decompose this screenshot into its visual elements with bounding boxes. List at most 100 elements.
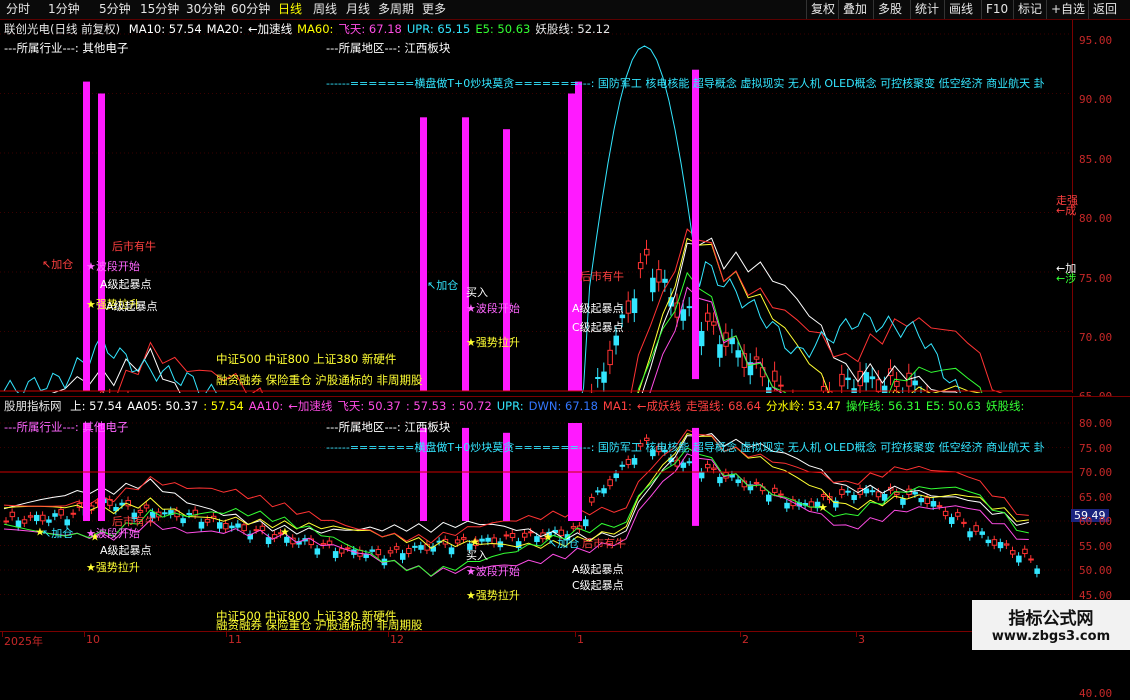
candle-body bbox=[772, 487, 778, 493]
mark-button[interactable]: 标记 bbox=[1013, 0, 1046, 19]
period-tab-monthly[interactable]: 月线 bbox=[346, 2, 370, 17]
sub-legend-item: MA1: bbox=[602, 399, 632, 413]
candle-body bbox=[393, 546, 400, 550]
candle-body bbox=[869, 376, 876, 380]
f10-button[interactable]: F10 bbox=[981, 0, 1012, 19]
candle-body bbox=[204, 518, 211, 523]
axis-tick: 95.00 bbox=[1079, 34, 1113, 47]
date-label: 11 bbox=[228, 633, 242, 646]
axis-tick: 85.00 bbox=[1079, 152, 1113, 166]
candle-body bbox=[229, 525, 235, 529]
sub-legend-item: 操作线: 56.31 bbox=[845, 399, 921, 413]
axis-tick: 55.00 bbox=[1079, 539, 1113, 553]
axis-tick: 70.00 bbox=[1079, 466, 1113, 479]
candle-body bbox=[345, 547, 351, 550]
candle-body bbox=[930, 501, 937, 507]
candle-body bbox=[534, 536, 540, 542]
candle-body bbox=[784, 502, 790, 509]
stock-title[interactable]: 联创光电(日线 前复权) bbox=[4, 22, 120, 36]
period-tab-weekly[interactable]: 周线 bbox=[313, 2, 337, 17]
period-tab-60min[interactable]: 60分钟 bbox=[231, 2, 270, 17]
candle-body bbox=[412, 545, 418, 548]
indicator-title[interactable]: 股朋指标网 bbox=[4, 399, 62, 413]
sub-legend-item: ←加速线 bbox=[288, 399, 333, 413]
candle-body bbox=[448, 547, 455, 555]
sub-annotation-bull: 后市有牛 bbox=[112, 515, 156, 528]
add-watchlist-button[interactable]: +自选 bbox=[1046, 0, 1089, 19]
candle-body bbox=[753, 481, 760, 484]
date-tick bbox=[388, 632, 389, 637]
period-tab-5min[interactable]: 5分钟 bbox=[99, 2, 131, 17]
fuquan-button[interactable]: 复权 bbox=[806, 0, 839, 19]
indicator-canvas[interactable]: ★ ★ ★★ ★★ bbox=[0, 397, 1072, 632]
period-tab-1min[interactable]: 1分钟 bbox=[48, 2, 80, 17]
period-tab-multi[interactable]: 多周期 bbox=[378, 2, 414, 17]
annotation-a-point-2: A级起暴点 bbox=[106, 300, 158, 313]
overlay-button[interactable]: 叠加 bbox=[838, 0, 871, 19]
signal-bar bbox=[98, 93, 105, 391]
candle-body bbox=[918, 497, 924, 503]
back-button[interactable]: 返回 bbox=[1088, 0, 1121, 19]
sub-legend-item: 分水岭: 53.47 bbox=[766, 399, 841, 413]
date-tick bbox=[575, 632, 576, 637]
sub-legend: 股朋指标网 上: 57.54 AA05: 50.37: 57.54 AA10: ←加速… bbox=[4, 399, 1034, 413]
sub-legend-item: UPR: bbox=[496, 399, 524, 413]
sub-annotation-add: ↖加仓 bbox=[42, 527, 74, 540]
multi-stock-button[interactable]: 多股 bbox=[873, 0, 906, 19]
candle-body bbox=[644, 248, 650, 256]
candle-body bbox=[662, 278, 668, 283]
main-chart-panel[interactable]: ★★★★★★★★★★ 联创光电(日线 前复权) MA10: 57.54MA20:… bbox=[0, 20, 1072, 393]
sub-annotation-bull-2: 后市有牛 bbox=[582, 537, 626, 550]
candle-body bbox=[601, 488, 607, 494]
stats-button[interactable]: 统计 bbox=[910, 0, 943, 19]
candle-body bbox=[705, 312, 711, 322]
axis-tick: 80.00 bbox=[1079, 212, 1113, 226]
candle-body bbox=[894, 492, 900, 496]
sub-legend-item: E5: 50.63 bbox=[925, 399, 981, 413]
candle-body bbox=[235, 523, 241, 528]
candle-body bbox=[942, 510, 949, 517]
candle-body bbox=[3, 520, 9, 523]
candle-body bbox=[863, 488, 870, 494]
signal-bar bbox=[575, 81, 582, 391]
candle-body bbox=[839, 489, 845, 495]
candle-body bbox=[845, 490, 851, 493]
candle-body bbox=[400, 553, 406, 560]
period-tab-daily[interactable]: 日线 bbox=[278, 2, 302, 17]
candle-body bbox=[314, 548, 321, 555]
candle-body bbox=[881, 385, 888, 393]
candle-body bbox=[949, 517, 955, 524]
period-toolbar: 分时 1分钟 5分钟 15分钟 30分钟 60分钟 日线 周线 月线 多周期 更… bbox=[0, 0, 1130, 20]
period-tab-fenshi[interactable]: 分时 bbox=[6, 2, 30, 17]
candle-body bbox=[839, 373, 845, 387]
candle-body bbox=[454, 539, 461, 544]
candle-body bbox=[820, 494, 827, 498]
candle-body bbox=[912, 491, 918, 495]
candle-body bbox=[698, 330, 705, 347]
draw-button[interactable]: 画线 bbox=[944, 0, 977, 19]
period-tab-30min[interactable]: 30分钟 bbox=[186, 2, 225, 17]
candle-body bbox=[9, 511, 16, 518]
date-tick bbox=[740, 632, 741, 637]
candle-body bbox=[607, 479, 613, 487]
candle-body bbox=[320, 543, 327, 546]
main-price-axis: 走强 ←成 ←加 ←涉 95.00 90.00 85.00 80.00 75.00 70.… bbox=[1056, 20, 1130, 700]
candle-body bbox=[27, 515, 34, 518]
main-legend-item: UPR: 65.15 bbox=[406, 22, 471, 36]
candle-body bbox=[631, 298, 638, 314]
period-tab-15min[interactable]: 15分钟 bbox=[140, 2, 179, 17]
period-tab-more[interactable]: 更多 bbox=[422, 2, 446, 17]
candle-body bbox=[875, 491, 882, 498]
candle-body bbox=[607, 349, 613, 366]
candle-body bbox=[223, 523, 229, 530]
candle-body bbox=[875, 379, 882, 393]
candle-body bbox=[778, 493, 784, 496]
candle-body bbox=[705, 463, 711, 469]
candle-body bbox=[1003, 543, 1010, 546]
candle-body bbox=[241, 524, 247, 532]
candle-body bbox=[979, 531, 985, 535]
candle-body bbox=[162, 512, 168, 515]
candle-body bbox=[711, 321, 717, 326]
annotation-bull-market-2: 后市有牛 bbox=[580, 270, 624, 283]
indicator-panel[interactable]: ★ ★ ★ ★ ★ ★ 股朋指标网 上: 57.54 AA05: 50.37: 57.54 A… bbox=[0, 396, 1072, 632]
